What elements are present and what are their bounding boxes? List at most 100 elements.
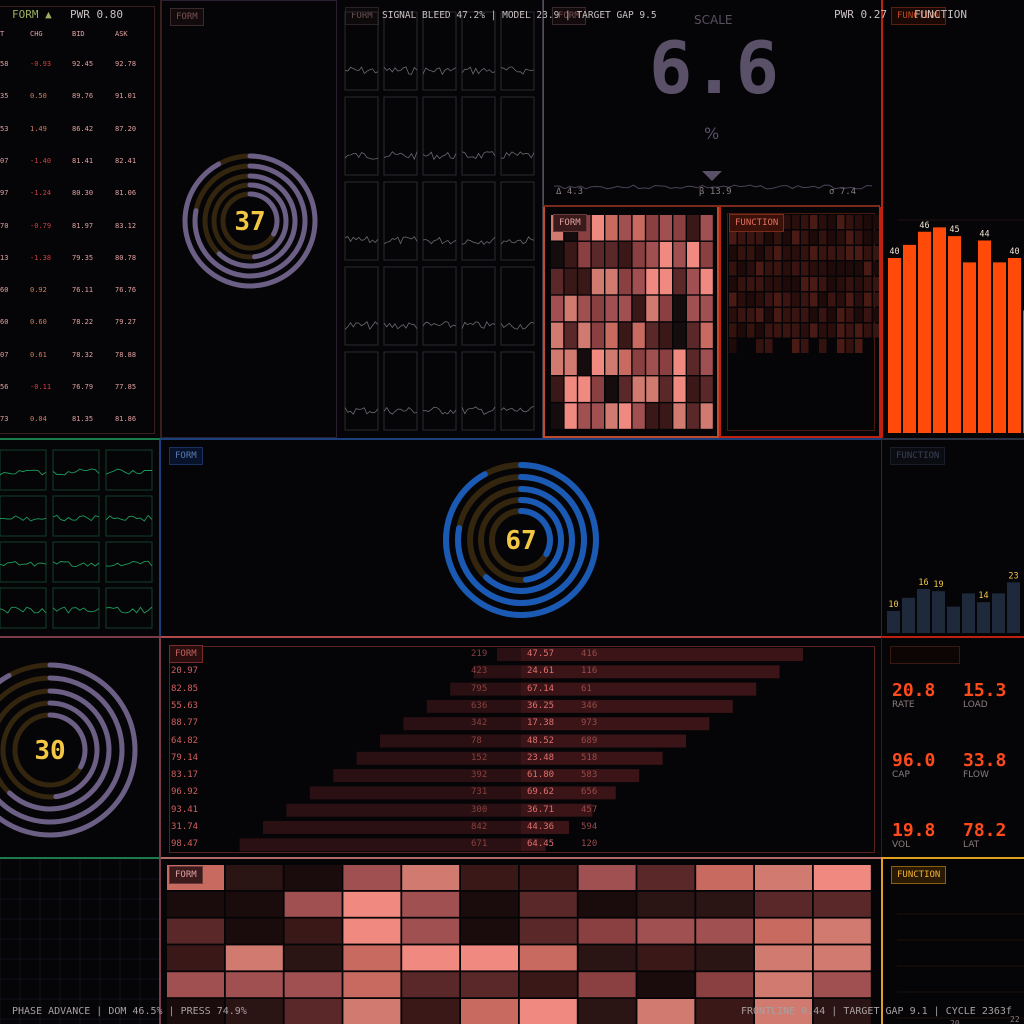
heatmap-cell: [755, 945, 812, 971]
sparkline: [422, 151, 457, 161]
heatmap-cell: [646, 376, 659, 402]
stat-label: FLOW: [963, 770, 989, 780]
heatmap-cell: [700, 403, 713, 429]
heatmap-cell: [729, 230, 737, 245]
heatmap-cell: [792, 292, 800, 307]
ticker-cell: 87.20: [115, 124, 137, 133]
sparkline: [52, 561, 100, 568]
scale-value: 6.6: [648, 26, 780, 110]
ticker-cell: -1.24: [30, 189, 52, 198]
heatmap-cell: [792, 246, 800, 260]
heatmap-cell: [402, 891, 460, 917]
heatmap-cell: [873, 230, 879, 245]
heatmap-cell: [619, 241, 632, 268]
orderbook-cell: 116: [581, 666, 598, 677]
heatmap-cell: [756, 230, 764, 245]
heatmap-cell: [765, 292, 773, 307]
ticker-column-header: BID: [72, 30, 85, 38]
heatmap-cell: [873, 215, 879, 229]
heatmap-cell: [578, 376, 591, 402]
sparkline: [461, 406, 496, 415]
heatmap-cell: [756, 339, 764, 353]
heatmap-cell: [619, 376, 632, 402]
footer-label-20: 20: [950, 1019, 960, 1024]
ticker-cell: 53: [0, 124, 9, 133]
heatmap-cell: [284, 865, 342, 890]
heatmap-cell: [461, 918, 518, 944]
stat-label: CAP: [892, 770, 910, 780]
heatmap-cell: [551, 268, 564, 295]
orderbook-cell: 594: [581, 822, 598, 832]
heatmap-cell: [687, 322, 700, 349]
heatmap-cell: [864, 308, 872, 322]
sparkline: [500, 406, 535, 413]
heatmap-cell: [619, 322, 632, 349]
heatmap-cell: [819, 339, 827, 353]
heatmap-cell: [813, 918, 871, 944]
heatmap-cell: [578, 999, 636, 1024]
heatmap-cell: [828, 230, 836, 245]
sparkline: [52, 606, 100, 614]
heatmap-cell: [564, 322, 577, 349]
heatmap-cell: [819, 246, 827, 260]
heatmap-cell: [738, 292, 746, 307]
heatmap-cell: [637, 865, 695, 890]
heatmap-cell: [855, 230, 863, 245]
heatmap-cell: [687, 241, 700, 268]
ring-gauge-top: 37: [182, 153, 318, 289]
heatmap-cell: [659, 349, 672, 375]
sparkline: [383, 236, 418, 245]
heatmap-cell: [591, 322, 604, 349]
sparkline-cell: [383, 11, 418, 91]
heatmap-cell: [801, 246, 809, 260]
ticker-column-header: ASK: [115, 30, 128, 38]
heatmap-cell: [605, 241, 618, 268]
heatmap-cell: [801, 292, 809, 307]
ticker-cell: 07: [0, 156, 9, 165]
ticker-cell: 81.35: [72, 415, 94, 424]
sparkline-cell: [52, 449, 100, 491]
ticker-cell: 91.01: [115, 92, 137, 101]
heatmap-cell: [756, 292, 764, 307]
heatmap-cell: [646, 322, 659, 349]
heatmap-cell: [819, 292, 827, 307]
heatmap-cell: [747, 292, 755, 307]
heatmap-cell: [846, 308, 854, 322]
bar: [962, 593, 975, 633]
heatmap-cell: [564, 295, 577, 322]
heatmap-cell: [564, 241, 577, 268]
heatmap-cell: [873, 261, 879, 276]
heatmap-cell: [792, 261, 800, 276]
orderbook-cell: 583: [581, 770, 598, 781]
heatmap-cell: [729, 339, 737, 353]
orderbook-cell: 23.48: [527, 752, 555, 763]
heatmap-cell: [632, 322, 645, 349]
orderbook-cell: 342: [471, 718, 488, 729]
heatmap-cell: [225, 972, 283, 998]
orderbook-cell: 83.17: [171, 770, 199, 781]
heatmap-cell: [864, 323, 872, 338]
heatmap-cell: [646, 295, 659, 322]
heatmap-cell: [343, 999, 401, 1024]
heatmap-cell: [783, 323, 791, 338]
sparkline: [105, 514, 153, 522]
stat-value: 78.2: [963, 820, 1007, 841]
heatmap-cell: [564, 268, 577, 295]
ticker-cell: 58: [0, 60, 9, 68]
heatmap-cell: [343, 865, 401, 890]
heatmap-cell: [225, 891, 283, 917]
grid-bottom-right: [897, 913, 1024, 1019]
heatmap-function-panel: FUNCTION: [719, 207, 881, 438]
heatmap-cell: [578, 295, 591, 322]
orderbook-cell: 48.52: [527, 735, 555, 746]
heatmap-cell: [461, 999, 518, 1024]
heatmap-cell: [637, 972, 695, 998]
stat-label: VOL: [892, 840, 911, 850]
heatmap-function: [729, 215, 879, 353]
heatmap-cell: [747, 277, 755, 291]
heatmap-cell: [519, 945, 577, 971]
scale-stat-beta: β 13.9: [699, 187, 732, 197]
heatmap-cell: [551, 241, 564, 268]
heatmap-cell: [578, 945, 636, 971]
heatmap-cell: [864, 261, 872, 276]
